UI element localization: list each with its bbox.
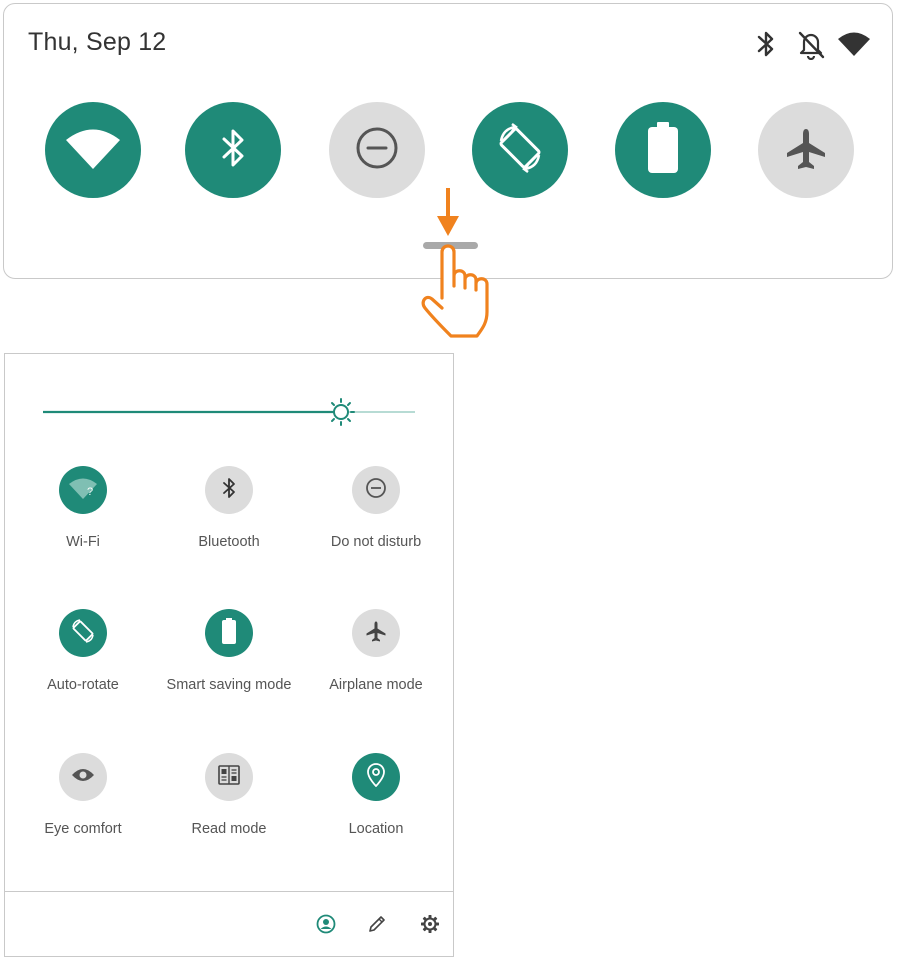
battery-icon bbox=[646, 121, 680, 180]
auto-rotate-toggle[interactable] bbox=[472, 102, 568, 198]
tile-eye-comfort[interactable]: Eye comfort bbox=[10, 753, 156, 837]
tile-wifi[interactable]: ? Wi-Fi bbox=[10, 466, 156, 550]
brightness-slider[interactable] bbox=[41, 398, 421, 431]
panel-footer bbox=[5, 891, 453, 956]
tile-label: Bluetooth bbox=[198, 534, 260, 550]
auto-rotate-icon bbox=[70, 618, 96, 649]
wifi-icon bbox=[64, 125, 122, 176]
eye-comfort-toggle[interactable] bbox=[59, 753, 107, 801]
wifi-icon: ? bbox=[68, 476, 98, 505]
read-mode-toggle[interactable] bbox=[205, 753, 253, 801]
wifi-toggle[interactable]: ? bbox=[59, 466, 107, 514]
tile-label: Do not disturb bbox=[330, 534, 422, 550]
tile-do-not-disturb[interactable]: Do not disturb bbox=[303, 466, 449, 550]
smart-saving-toggle[interactable] bbox=[205, 609, 253, 657]
location-toggle[interactable] bbox=[352, 753, 400, 801]
bluetooth-toggle[interactable] bbox=[185, 102, 281, 198]
tile-label: Smart saving mode bbox=[166, 677, 292, 693]
do-not-disturb-icon bbox=[354, 125, 400, 176]
tile-bluetooth[interactable]: Bluetooth bbox=[156, 466, 302, 550]
do-not-disturb-toggle[interactable] bbox=[329, 102, 425, 198]
user-icon[interactable] bbox=[316, 914, 336, 939]
airplane-icon bbox=[365, 620, 387, 647]
auto-rotate-toggle[interactable] bbox=[59, 609, 107, 657]
edit-icon[interactable] bbox=[367, 914, 387, 939]
settings-icon[interactable] bbox=[420, 914, 440, 939]
tile-label: Wi-Fi bbox=[66, 534, 100, 550]
airplane-toggle[interactable] bbox=[352, 609, 400, 657]
airplane-toggle[interactable] bbox=[758, 102, 854, 198]
location-icon bbox=[367, 762, 385, 792]
tile-label: Location bbox=[348, 821, 404, 837]
brightness-sun-icon[interactable] bbox=[327, 398, 355, 426]
tile-label: Read mode bbox=[191, 821, 267, 837]
tile-read-mode[interactable]: Read mode bbox=[156, 753, 302, 837]
eye-icon bbox=[71, 767, 95, 788]
bluetooth-icon bbox=[221, 476, 237, 505]
battery-saver-toggle[interactable] bbox=[615, 102, 711, 198]
auto-rotate-icon bbox=[495, 122, 545, 178]
read-mode-icon bbox=[218, 764, 240, 790]
hand-pointer-icon bbox=[417, 242, 499, 347]
airplane-icon bbox=[784, 126, 828, 175]
tile-label: Eye comfort bbox=[44, 821, 122, 837]
tile-smart-saving[interactable]: Smart saving mode bbox=[156, 609, 302, 693]
wifi-toggle[interactable] bbox=[45, 102, 141, 198]
bell-off-icon bbox=[796, 28, 826, 65]
tile-label: Airplane mode bbox=[329, 677, 423, 693]
status-bar-icons bbox=[754, 28, 874, 61]
tile-location[interactable]: Location bbox=[303, 753, 449, 837]
quick-settings-expanded-panel: ? Wi-Fi Bluetooth Do not disturb Auto-ro… bbox=[4, 353, 454, 957]
svg-text:?: ? bbox=[87, 486, 93, 498]
bluetooth-icon bbox=[218, 125, 248, 176]
date-label: Thu, Sep 12 bbox=[28, 28, 167, 56]
battery-icon bbox=[220, 617, 238, 650]
bluetooth-icon bbox=[754, 28, 778, 65]
bluetooth-toggle[interactable] bbox=[205, 466, 253, 514]
wifi-icon bbox=[836, 28, 872, 65]
down-arrow-icon bbox=[435, 188, 461, 243]
tile-airplane-mode[interactable]: Airplane mode bbox=[303, 609, 449, 693]
do-not-disturb-icon bbox=[364, 476, 388, 505]
do-not-disturb-toggle[interactable] bbox=[352, 466, 400, 514]
tile-label: Auto-rotate bbox=[47, 677, 119, 693]
tile-auto-rotate[interactable]: Auto-rotate bbox=[10, 609, 156, 693]
